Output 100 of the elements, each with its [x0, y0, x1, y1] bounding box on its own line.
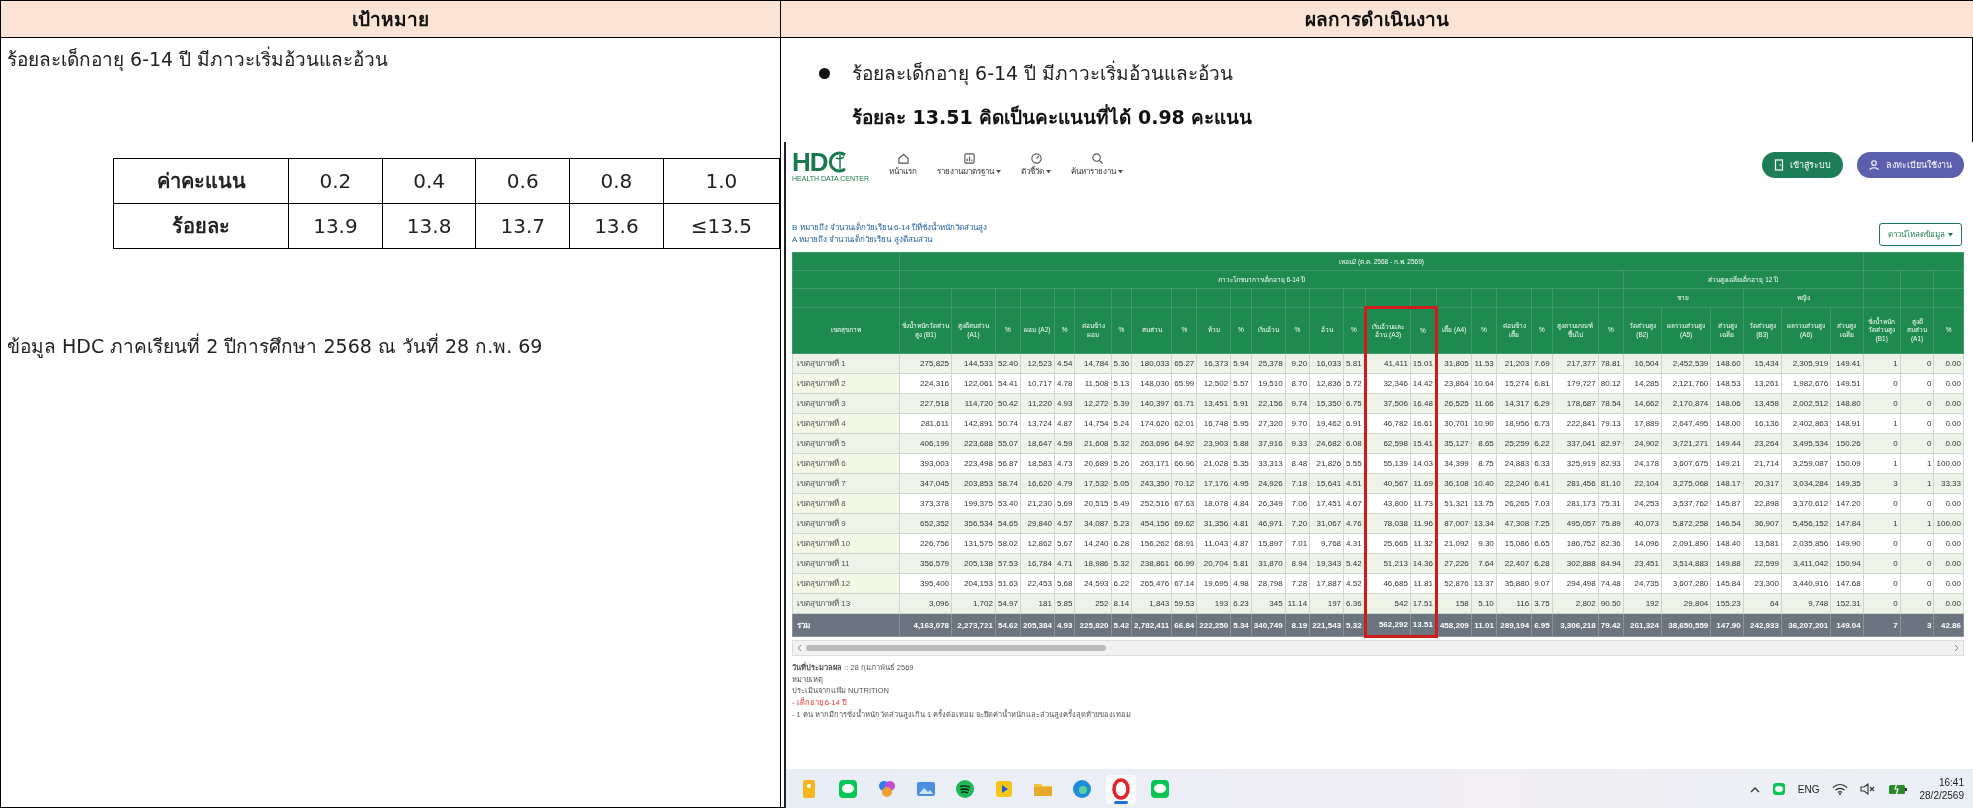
table-cell: 147.20: [1830, 493, 1864, 514]
table-cell: 40,567: [1365, 473, 1411, 494]
table-cell: 6.73: [1531, 413, 1553, 434]
battery-icon[interactable]: [1887, 782, 1908, 796]
table-cell: 26,349: [1251, 493, 1286, 514]
table-cell: 5.49: [1111, 493, 1132, 514]
table-cell: 562,292: [1365, 613, 1411, 637]
legend-text: B หมายถึง จำนวนเด็กวัยเรียน 6-14 ปีที่ชั่งน้ำหนักวัดส่วนสูง: [792, 222, 988, 234]
row-label: เขตสุขภาพที่ 6: [792, 453, 900, 474]
table-cell: 15,897: [1251, 533, 1286, 554]
table-cell: 0: [1863, 493, 1901, 514]
table-cell: 37,506: [1365, 393, 1411, 414]
row-label: เขตสุขภาพที่ 5: [792, 433, 900, 454]
table-cell: 0: [1900, 493, 1934, 514]
score-cell: 0.4: [382, 158, 476, 204]
score-row-label: ร้อยละ: [113, 203, 289, 249]
table-cell: 5.13: [1111, 373, 1132, 394]
taskbar-button[interactable]: [1106, 774, 1136, 804]
table-cell: 174,620: [1131, 413, 1172, 434]
table-cell: 149.21: [1710, 453, 1744, 474]
table-cell: 12,502: [1196, 373, 1231, 394]
table-cell: 156,262: [1131, 533, 1172, 554]
row-label: เขตสุขภาพที่ 3: [792, 393, 900, 414]
table-cell: 6.33: [1531, 453, 1553, 474]
row-label: เขตสุขภาพที่ 11: [792, 553, 900, 574]
logo-text[interactable]: HD: [792, 148, 828, 175]
scrollbar-thumb[interactable]: [806, 645, 1106, 651]
table-cell: 10.90: [1471, 413, 1497, 434]
table-cell: 1: [1900, 453, 1934, 474]
nav-link[interactable]: ค้นหารายงาน: [1071, 165, 1116, 178]
table-cell: 0: [1863, 573, 1901, 594]
chat-icon[interactable]: [1771, 782, 1786, 796]
gauge-icon: [1029, 152, 1043, 165]
row-label: เขตสุขภาพที่ 9: [792, 513, 900, 534]
speaker-muted-icon[interactable]: [1859, 783, 1876, 795]
table-cell: 7.01: [1285, 533, 1310, 554]
table-cell: 68.91: [1171, 533, 1197, 554]
table-cell: 14,096: [1623, 533, 1662, 554]
table-cell: 3,537,762: [1661, 493, 1711, 514]
table-cell: 122,061: [951, 373, 996, 394]
table-cell: 0: [1863, 533, 1901, 554]
table-cell: 281,611: [899, 413, 952, 434]
nav-link[interactable]: รายงานมาตรฐาน: [937, 165, 994, 178]
row-label: เขตสุขภาพที่ 4: [792, 413, 900, 434]
wifi-icon[interactable]: [1831, 783, 1848, 795]
chevron-left-icon[interactable]: [797, 644, 802, 652]
table-cell: 67.63: [1171, 493, 1197, 514]
table-cell: 21,230: [1020, 493, 1055, 514]
door-icon: [1774, 159, 1785, 171]
table-cell: 2,402,863: [1781, 413, 1831, 434]
clock-time[interactable]: 16:41: [1938, 775, 1964, 789]
nav-link[interactable]: หน้าแรก: [889, 165, 917, 178]
download-dropdown[interactable]: ดาวน์โหลดข้อมูล: [1879, 223, 1962, 246]
table-cell: 18,583: [1020, 453, 1055, 474]
chevron-up-icon[interactable]: [1749, 785, 1760, 793]
goal-text: ร้อยละเด็กอายุ 6-14 ปี มีภาวะเริ่มอ้วนและอ้วน: [6, 45, 390, 73]
table-cell: 12,836: [1309, 373, 1344, 394]
table-cell: 51,321: [1436, 493, 1472, 514]
score-row-label: ค่าคะแนน: [113, 158, 289, 204]
table-cell: 54.41: [995, 373, 1021, 394]
score-cell: 13.9: [288, 203, 383, 249]
table-cell: 24,593: [1075, 573, 1112, 594]
language-indicator[interactable]: ENG: [1797, 783, 1820, 795]
clock-date[interactable]: 28/2/2569: [1919, 789, 1964, 803]
table-cell: 8.48: [1285, 453, 1310, 474]
table-cell: 393,003: [899, 453, 952, 474]
row-label: เขตสุขภาพที่ 1: [792, 353, 900, 374]
table-cell: 7.03: [1531, 493, 1553, 514]
table-cell: 16,748: [1196, 413, 1231, 434]
home-icon: [896, 152, 910, 165]
table-cell: 145.84: [1710, 573, 1744, 594]
chart-icon: [962, 152, 976, 165]
table-cell: 34,399: [1436, 453, 1472, 474]
table-cell: 0.00: [1933, 573, 1964, 594]
table-cell: 5.69: [1054, 493, 1075, 514]
table-cell: 13,581: [1743, 533, 1782, 554]
table-cell: 5.67: [1054, 533, 1075, 554]
table-cell: 11,043: [1196, 533, 1231, 554]
table-cell: 22,453: [1020, 573, 1055, 594]
legend-text: A หมายถึง จำนวนเด็กวัยเรียน สูงดีสมส่วน: [792, 234, 934, 246]
table-cell: 1,982,676: [1781, 373, 1831, 394]
table-cell: 30,701: [1436, 413, 1472, 434]
table-cell: 82.93: [1598, 453, 1624, 474]
table-cell: 15,086: [1496, 533, 1532, 554]
table-cell: 20,689: [1075, 453, 1112, 474]
table-cell: 9.07: [1531, 573, 1553, 594]
table-cell: 395,400: [899, 573, 952, 594]
table-cell: 23,300: [1743, 573, 1782, 594]
table-cell: 2,091,890: [1661, 533, 1711, 554]
register-button[interactable]: ลงทะเบียนใช้งาน: [1857, 152, 1964, 178]
login-button[interactable]: เข้าสู่ระบบ: [1762, 152, 1843, 178]
table-cell: 252,516: [1131, 493, 1172, 514]
chevron-right-icon[interactable]: [1954, 644, 1959, 652]
table-cell: 58.02: [995, 533, 1021, 554]
nav-link[interactable]: ตัวชี้วัด: [1021, 165, 1044, 178]
table-cell: 0: [1900, 573, 1934, 594]
table-cell: 3,370,612: [1781, 493, 1831, 514]
table-cell: 8.75: [1471, 453, 1497, 474]
table-cell: 66.96: [1171, 453, 1197, 474]
table-cell: 56.87: [995, 453, 1021, 474]
